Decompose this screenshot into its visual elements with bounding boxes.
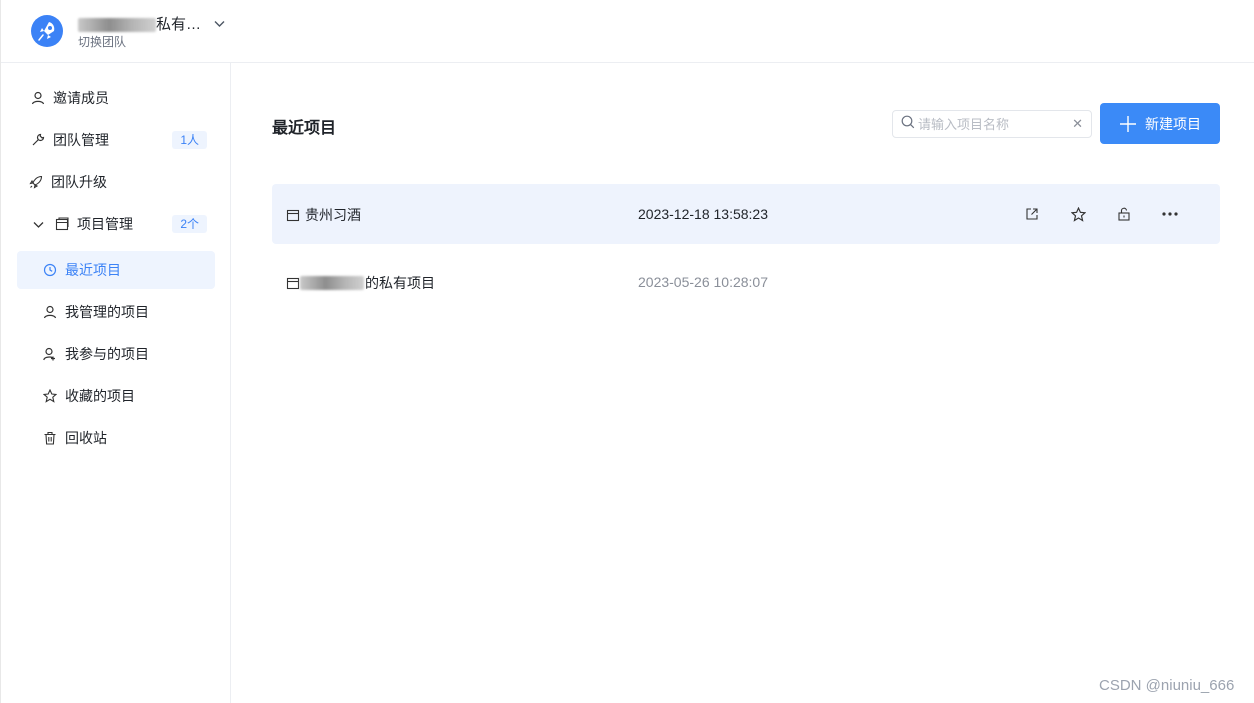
star-icon (42, 388, 58, 404)
sidebar-item-recent-projects[interactable]: 最近项目 (17, 251, 215, 289)
watermark: CSDN @niuniu_666 (1099, 677, 1235, 694)
project-row[interactable]: 贵州习酒 2023-12-18 13:58:23 (272, 184, 1220, 244)
new-project-button[interactable]: 新建项目 (1100, 103, 1220, 144)
plus-icon (1119, 115, 1137, 133)
sidebar-item-label: 回收站 (65, 430, 107, 446)
new-project-label: 新建项目 (1145, 115, 1201, 132)
sidebar-item-label: 我管理的项目 (65, 304, 149, 320)
team-name[interactable]: 私有… (78, 13, 201, 34)
search-box[interactable]: ✕ (892, 110, 1092, 138)
external-link-icon[interactable] (1022, 204, 1042, 224)
sidebar-item-team-upgrade[interactable]: 团队升级 (17, 163, 215, 201)
wrench-icon (30, 132, 46, 148)
project-name[interactable]: 的私有项目 (286, 273, 435, 293)
chevron-down-icon[interactable] (30, 216, 46, 232)
member-count-badge: 1人 (172, 131, 207, 149)
page-title: 最近项目 (272, 120, 337, 137)
user-icon (30, 90, 46, 106)
project-row[interactable]: 的私有项目 2023-05-26 10:28:07 (272, 252, 1220, 312)
sidebar-item-team-management[interactable]: 团队管理 1人 (17, 121, 215, 159)
rocket-icon (28, 174, 44, 190)
project-name[interactable]: 贵州习酒 (286, 205, 361, 225)
blurred-team-name (78, 18, 156, 33)
sidebar-item-managed-projects[interactable]: 我管理的项目 (17, 293, 215, 331)
team-name-suffix: 私有… (156, 16, 202, 33)
sidebar-item-joined-projects[interactable]: 我参与的项目 (17, 335, 215, 373)
sidebar-item-invite-members[interactable]: 邀请成员 (17, 79, 215, 117)
search-icon (901, 115, 915, 134)
user-icon (42, 304, 58, 320)
search-input[interactable] (918, 116, 1068, 132)
project-time: 2023-12-18 13:58:23 (638, 206, 768, 222)
chevron-down-icon[interactable] (213, 17, 226, 35)
folder-icon (286, 208, 300, 222)
project-name-text: 贵州习酒 (305, 207, 361, 223)
sidebar-item-label: 收藏的项目 (65, 388, 135, 404)
sidebar-item-label: 邀请成员 (53, 90, 109, 106)
sidebar-item-starred-projects[interactable]: 收藏的项目 (17, 377, 215, 415)
sidebar-item-project-management[interactable]: 项目管理 2个 (17, 205, 215, 243)
sidebar-item-label: 团队管理 (53, 132, 109, 148)
project-count-badge: 2个 (172, 215, 207, 233)
clock-icon (42, 262, 58, 278)
app-window: 私有… 切换团队 邀请成员 团队管理 1人 团队升级 项目管理 2个 最近项目 … (0, 0, 1254, 703)
rocket-icon[interactable] (31, 15, 63, 47)
star-icon[interactable] (1068, 204, 1088, 224)
top-header: 私有… 切换团队 (1, 0, 1254, 63)
user-plus-icon (42, 346, 58, 362)
folder-icon (286, 276, 300, 290)
sidebar-item-label: 项目管理 (77, 216, 133, 232)
more-icon[interactable] (1160, 204, 1180, 224)
sidebar: 邀请成员 团队管理 1人 团队升级 项目管理 2个 最近项目 我管理的项目 我参… (1, 63, 231, 703)
trash-icon (42, 430, 58, 446)
switch-team-label[interactable]: 切换团队 (78, 33, 126, 50)
folder-icon (54, 216, 70, 232)
sidebar-item-label: 团队升级 (51, 174, 107, 190)
project-name-text: 的私有项目 (365, 275, 435, 291)
project-time: 2023-05-26 10:28:07 (638, 274, 768, 290)
sidebar-item-recycle-bin[interactable]: 回收站 (17, 419, 215, 457)
blurred-project-name (300, 276, 364, 290)
unlock-icon[interactable] (1114, 204, 1134, 224)
sidebar-item-label: 最近项目 (65, 262, 121, 278)
sidebar-item-label: 我参与的项目 (65, 346, 149, 362)
clear-icon[interactable]: ✕ (1072, 116, 1083, 132)
